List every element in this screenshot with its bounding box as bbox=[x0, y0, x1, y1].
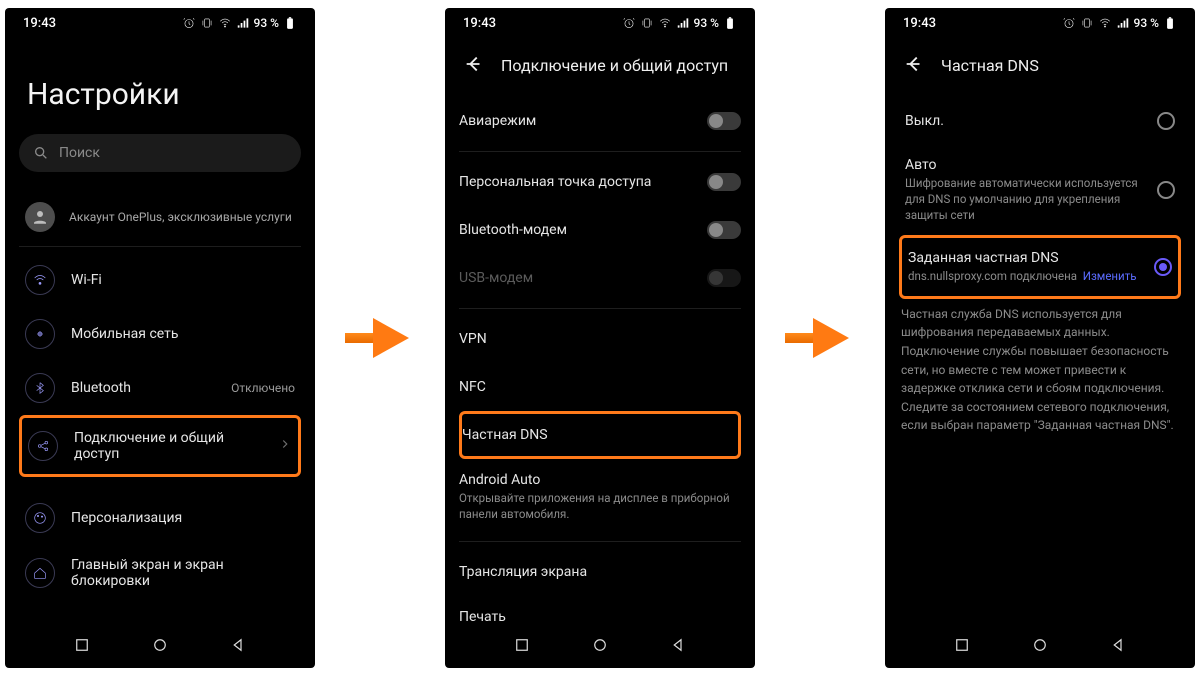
back-button[interactable] bbox=[463, 53, 485, 79]
edit-link[interactable]: Изменить bbox=[1083, 269, 1137, 283]
search-input[interactable]: Поиск bbox=[19, 134, 301, 172]
search-placeholder: Поиск bbox=[59, 145, 100, 161]
nav-back-icon[interactable] bbox=[1109, 636, 1127, 654]
status-bar: 19:43 93 % bbox=[885, 8, 1195, 37]
dns-host: dns.nullsproxy.com подключена bbox=[908, 269, 1077, 283]
vibrate-icon bbox=[200, 16, 214, 30]
item-wifi[interactable]: Wi-Fi bbox=[19, 253, 301, 307]
clock: 19:43 bbox=[463, 16, 496, 31]
row-dns-custom[interactable]: Заданная частная DNS dns.nullsproxy.com … bbox=[899, 235, 1181, 299]
wifi-icon bbox=[1098, 16, 1112, 30]
item-connect-share[interactable]: Подключение и общий доступ bbox=[19, 415, 301, 477]
mobile-icon bbox=[25, 319, 55, 349]
battery-icon bbox=[1163, 16, 1177, 30]
nav-recent-icon[interactable] bbox=[513, 636, 531, 654]
page-title: Подключение и общий доступ bbox=[501, 56, 728, 75]
item-personalization[interactable]: Персонализация bbox=[19, 491, 301, 545]
nav-back-icon[interactable] bbox=[229, 636, 247, 654]
battery-text: 93 % bbox=[694, 16, 719, 30]
vibrate-icon bbox=[640, 16, 654, 30]
signal-icon bbox=[236, 16, 250, 30]
clock: 19:43 bbox=[23, 16, 56, 31]
page-title: Частная DNS bbox=[941, 56, 1039, 75]
wifi-icon bbox=[658, 16, 672, 30]
status-icons: 93 % bbox=[1062, 16, 1177, 30]
status-icons: 93 % bbox=[622, 16, 737, 30]
battery-text: 93 % bbox=[254, 16, 279, 30]
header: Частная DNS bbox=[899, 37, 1181, 97]
status-bar: 19:43 93 % bbox=[5, 8, 315, 37]
arrow-right-icon bbox=[345, 318, 415, 358]
toggle bbox=[707, 269, 741, 287]
alarm-icon bbox=[1062, 16, 1076, 30]
avatar bbox=[25, 202, 55, 232]
phone-settings: 19:43 93 % Настройки Поиск Аккаунт OnePl… bbox=[5, 8, 315, 668]
phone-private-dns: 19:43 93 % Частная DNS Выкл. Авто bbox=[885, 8, 1195, 668]
row-bt-modem[interactable]: Bluetooth-модем bbox=[459, 206, 741, 254]
bluetooth-status: Отключено bbox=[231, 381, 295, 395]
status-bar: 19:43 93 % bbox=[445, 8, 755, 37]
toggle[interactable] bbox=[707, 221, 741, 239]
palette-icon bbox=[25, 503, 55, 533]
nav-recent-icon[interactable] bbox=[953, 636, 971, 654]
wifi-icon bbox=[25, 265, 55, 295]
vibrate-icon bbox=[1080, 16, 1094, 30]
row-dns-auto[interactable]: Авто Шифрование автоматически использует… bbox=[899, 145, 1181, 235]
signal-icon bbox=[1116, 16, 1130, 30]
battery-icon bbox=[283, 16, 297, 30]
home-icon bbox=[25, 558, 55, 588]
alarm-icon bbox=[182, 16, 196, 30]
row-dns-off[interactable]: Выкл. bbox=[899, 97, 1181, 145]
header: Подключение и общий доступ bbox=[459, 37, 741, 97]
signal-icon bbox=[676, 16, 690, 30]
nav-back-icon[interactable] bbox=[669, 636, 687, 654]
nav-home-icon[interactable] bbox=[1031, 636, 1049, 654]
wifi-icon bbox=[218, 16, 232, 30]
nav-home-icon[interactable] bbox=[591, 636, 609, 654]
page-title: Настройки bbox=[19, 37, 301, 134]
row-private-dns[interactable]: Частная DNS bbox=[459, 411, 741, 459]
account-text: Аккаунт OnePlus, эксклюзивные услуги bbox=[69, 210, 292, 224]
toggle[interactable] bbox=[707, 173, 741, 191]
radio[interactable] bbox=[1157, 112, 1175, 130]
item-home-lock[interactable]: Главный экран и экран блокировки bbox=[19, 545, 301, 601]
account-row[interactable]: Аккаунт OnePlus, эксклюзивные услуги bbox=[19, 202, 301, 247]
bluetooth-icon bbox=[25, 373, 55, 403]
radio-selected[interactable] bbox=[1154, 258, 1172, 276]
row-vpn[interactable]: VPN bbox=[459, 315, 741, 363]
share-icon bbox=[28, 431, 58, 461]
row-nfc[interactable]: NFC bbox=[459, 363, 741, 411]
navbar bbox=[445, 622, 755, 668]
battery-icon bbox=[723, 16, 737, 30]
item-bluetooth[interactable]: Bluetooth Отключено bbox=[19, 361, 301, 415]
status-icons: 93 % bbox=[182, 16, 297, 30]
arrow-right-icon bbox=[785, 318, 855, 358]
dns-description: Частная служба DNS используется для шифр… bbox=[899, 299, 1181, 435]
alarm-icon bbox=[622, 16, 636, 30]
radio[interactable] bbox=[1157, 181, 1175, 199]
battery-text: 93 % bbox=[1134, 16, 1159, 30]
row-hotspot[interactable]: Персональная точка доступа bbox=[459, 158, 741, 206]
nav-home-icon[interactable] bbox=[151, 636, 169, 654]
chevron-right-icon bbox=[278, 437, 292, 455]
toggle[interactable] bbox=[707, 112, 741, 130]
phone-connect-share: 19:43 93 % Подключение и общий доступ Ав… bbox=[445, 8, 755, 668]
back-button[interactable] bbox=[903, 53, 925, 79]
navbar bbox=[885, 622, 1195, 668]
search-icon bbox=[33, 145, 49, 161]
row-android-auto[interactable]: Android Auto Открывайте приложения на ди… bbox=[459, 459, 741, 535]
item-mobile[interactable]: Мобильная сеть bbox=[19, 307, 301, 361]
clock: 19:43 bbox=[903, 16, 936, 31]
row-airplane[interactable]: Авиарежим bbox=[459, 97, 741, 145]
row-print[interactable]: Печать Включено bbox=[459, 596, 741, 622]
row-usb-modem: USB-модем bbox=[459, 254, 741, 302]
row-cast[interactable]: Трансляция экрана bbox=[459, 548, 741, 596]
nav-recent-icon[interactable] bbox=[73, 636, 91, 654]
navbar bbox=[5, 622, 315, 668]
